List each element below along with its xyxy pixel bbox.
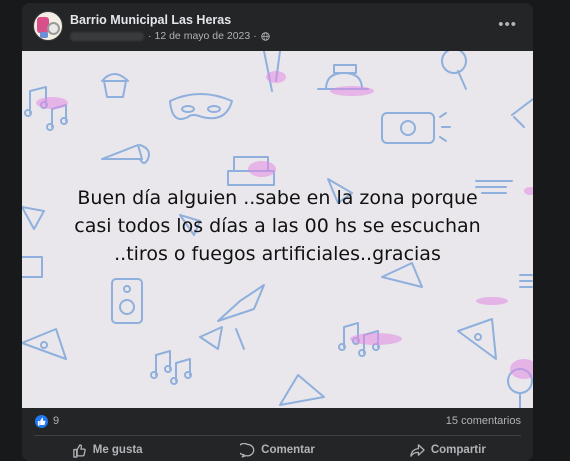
- like-button-label: Me gusta: [92, 444, 143, 456]
- comment-button-label: Comentar: [261, 444, 315, 456]
- like-button[interactable]: Me gusta: [22, 439, 192, 461]
- post-actions: Me gusta Comentar Compartir: [22, 439, 533, 461]
- right-gutter: [535, 0, 570, 461]
- post-image-text: Buen día alguien ..sabe en la zona porqu…: [22, 184, 533, 268]
- post-text-line-3: ..tiros o fuegos artificiales..gracias: [114, 243, 441, 265]
- share-button-label: Compartir: [430, 444, 486, 456]
- comment-button[interactable]: Comentar: [192, 439, 362, 461]
- post-stats: 9 15 comentarios: [22, 409, 533, 435]
- post-text-line-1: Buen día alguien ..sabe en la zona porqu…: [77, 187, 478, 209]
- comment-count[interactable]: 15 comentarios: [446, 415, 521, 427]
- thumbs-up-icon: [72, 443, 86, 458]
- meta-separator-2: ·: [253, 30, 257, 42]
- page-logo-icon[interactable]: [33, 11, 63, 41]
- share-button[interactable]: Compartir: [363, 439, 533, 461]
- globe-icon: [261, 31, 270, 41]
- left-gutter: [0, 0, 22, 461]
- post-date[interactable]: 12 de mayo de 2023: [155, 30, 251, 42]
- page-name[interactable]: Barrio Municipal Las Heras: [70, 13, 231, 27]
- post-header: Barrio Municipal Las Heras · 12 de mayo …: [22, 3, 533, 51]
- post-image[interactable]: Buen día alguien ..sabe en la zona porqu…: [22, 51, 533, 408]
- blurred-author: [70, 31, 144, 41]
- more-options-button[interactable]: •••: [498, 16, 517, 33]
- divider: [34, 435, 521, 436]
- share-arrow-icon: [410, 443, 425, 457]
- post-meta: · 12 de mayo de 2023 ·: [70, 30, 270, 42]
- comment-bubble-icon: [240, 442, 255, 458]
- like-count[interactable]: 9: [53, 415, 59, 427]
- meta-separator: ·: [148, 30, 152, 42]
- post-card: Barrio Municipal Las Heras · 12 de mayo …: [22, 3, 533, 461]
- post-text-line-2: casi todos los días a las 00 hs se escuc…: [74, 215, 481, 237]
- like-reaction-icon[interactable]: [35, 415, 48, 428]
